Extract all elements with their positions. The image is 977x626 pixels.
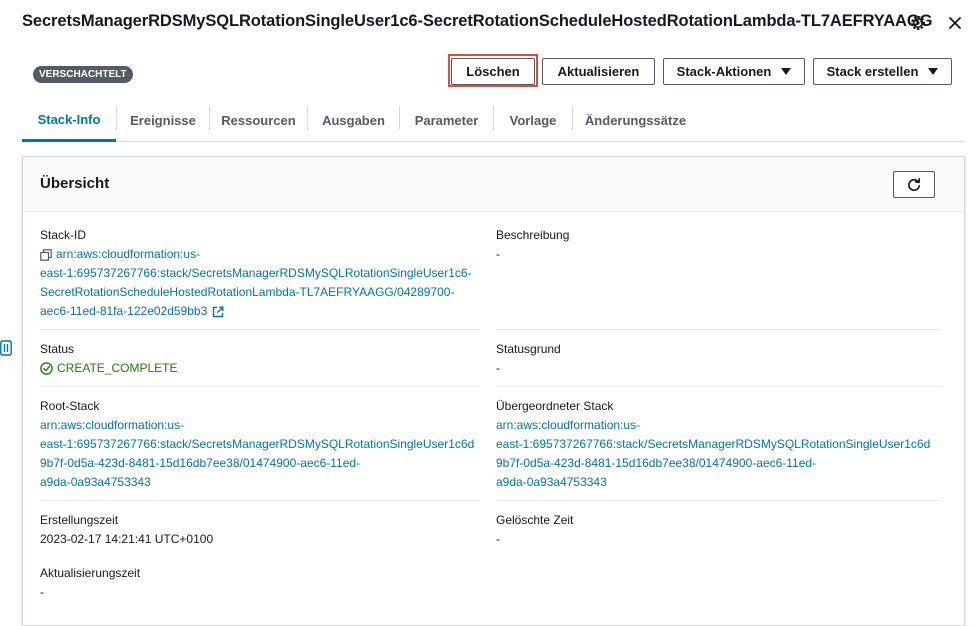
stack-id-link-line2[interactable]: east-1:695737267766:stack/SecretsManager… [40, 264, 480, 283]
created-label: Erstellungszeit [40, 513, 119, 527]
stack-actions-label: Stack-Aktionen [676, 64, 772, 79]
root-stack-link-line3[interactable]: 9b7f-0d5a-423d-8481-15d16db7ee38/0147490… [40, 454, 490, 473]
delete-button-label: Löschen [466, 64, 520, 79]
tab-parameters[interactable]: Parameter [400, 100, 493, 141]
divider [40, 500, 480, 501]
root-stack-link-line1[interactable]: arn:aws:cloudformation:us- [40, 416, 490, 435]
divider [40, 329, 480, 330]
update-button-label: Aktualisieren [557, 64, 640, 79]
refresh-button[interactable] [893, 171, 935, 198]
parent-stack-link-line1[interactable]: arn:aws:cloudformation:us- [496, 416, 946, 435]
description-value: - [496, 247, 500, 261]
root-stack-link-line2[interactable]: east-1:695737267766:stack/SecretsManager… [40, 435, 490, 454]
tab-label: Parameter [414, 113, 479, 128]
settings-icon[interactable] [909, 14, 927, 32]
divider [496, 500, 942, 501]
deleted-field: Gelöschte Zeit - [496, 511, 936, 549]
tab-outputs[interactable]: Ausgaben [308, 100, 399, 141]
overview-panel: Übersicht Stack-ID arn:aws:cloudformatio… [22, 156, 965, 626]
created-value: 2023-02-17 14:21:41 UTC+0100 [40, 532, 214, 546]
external-link-icon[interactable] [212, 306, 224, 318]
tab-resources[interactable]: Ressourcen [210, 100, 307, 141]
check-circle-icon [40, 362, 53, 375]
status-field: Status CREATE_COMPLETE [40, 340, 480, 378]
parent-stack-label: Übergeordneter Stack [496, 399, 614, 413]
deleted-label: Gelöschte Zeit [496, 513, 574, 527]
copy-icon[interactable] [40, 248, 52, 261]
status-value: CREATE_COMPLETE [57, 361, 178, 375]
tab-label: Ausgaben [322, 113, 385, 128]
nested-badge: VERSCHACHTELT [33, 66, 133, 83]
stack-id-field: Stack-ID arn:aws:cloudformation:us- east… [40, 226, 480, 321]
tab-events[interactable]: Ereignisse [117, 100, 209, 141]
created-field: Erstellungszeit 2023-02-17 14:21:41 UTC+… [40, 511, 480, 549]
stack-id-link-line3[interactable]: SecretRotationScheduleHostedRotationLamb… [40, 283, 480, 302]
status-reason-value: - [496, 361, 500, 375]
tab-label: Änderungssätze [584, 113, 687, 128]
parent-stack-link-line2[interactable]: east-1:695737267766:stack/SecretsManager… [496, 435, 946, 454]
parent-stack-field: Übergeordneter Stack arn:aws:cloudformat… [496, 397, 946, 492]
stack-id-link-line1[interactable]: arn:aws:cloudformation:us- [56, 245, 200, 264]
tab-label: Ressourcen [221, 113, 296, 128]
description-field: Beschreibung - [496, 226, 936, 264]
create-stack-button[interactable]: Stack erstellen [813, 58, 952, 85]
tab-bar: Stack-Info Ereignisse Ressourcen Ausgabe… [22, 100, 965, 142]
caret-down-icon [928, 68, 939, 75]
parent-stack-link-line3[interactable]: 9b7f-0d5a-423d-8481-15d16db7ee38/0147490… [496, 454, 946, 473]
description-label: Beschreibung [496, 228, 570, 242]
tab-label: Stack-Info [37, 112, 101, 127]
close-icon[interactable] [946, 14, 964, 32]
deleted-value: - [496, 532, 500, 546]
stack-actions-button[interactable]: Stack-Aktionen [663, 58, 805, 85]
caret-down-icon [781, 68, 792, 75]
update-button[interactable]: Aktualisieren [542, 58, 655, 85]
tab-template[interactable]: Vorlage [494, 100, 572, 141]
overview-header: Übersicht [23, 157, 964, 212]
tab-change-sets[interactable]: Änderungssätze [573, 100, 698, 141]
updated-value: - [40, 585, 44, 599]
root-stack-link-line4[interactable]: a9da-0a93a4753343 [40, 473, 490, 492]
side-panel-icon[interactable] [0, 340, 12, 356]
delete-button[interactable]: Löschen [451, 58, 535, 85]
divider [496, 386, 942, 387]
divider [40, 386, 480, 387]
status-reason-label: Statusgrund [496, 342, 561, 356]
page-title: SecretsManagerRDSMySQLRotationSingleUser… [22, 12, 933, 30]
overview-title: Übersicht [40, 175, 110, 192]
root-stack-field: Root-Stack arn:aws:cloudformation:us- ea… [40, 397, 490, 492]
stack-id-label: Stack-ID [40, 228, 87, 242]
create-stack-label: Stack erstellen [826, 64, 919, 79]
updated-label: Aktualisierungszeit [40, 566, 141, 580]
divider [496, 329, 942, 330]
tab-label: Vorlage [509, 113, 557, 128]
root-stack-label: Root-Stack [40, 399, 100, 413]
status-label: Status [40, 342, 75, 356]
updated-field: Aktualisierungszeit - [40, 564, 480, 602]
refresh-icon [908, 177, 921, 191]
parent-stack-link-line4[interactable]: a9da-0a93a4753343 [496, 473, 946, 492]
tab-label: Ereignisse [130, 113, 196, 128]
tab-stack-info[interactable]: Stack-Info [22, 100, 116, 142]
status-reason-field: Statusgrund - [496, 340, 936, 378]
stack-id-link-line4[interactable]: aec6-11ed-81fa-122e02d59bb3 [40, 302, 207, 321]
